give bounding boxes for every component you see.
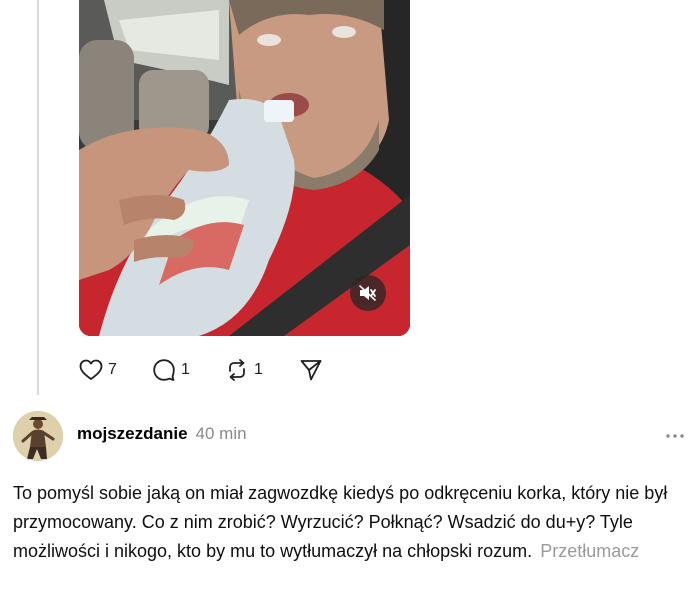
send-paper-plane-icon: [300, 360, 322, 381]
heart-icon: [79, 359, 103, 380]
post-timestamp: 40 min: [195, 424, 247, 443]
post-actions-bar: 7 1 1: [79, 356, 329, 384]
comment-bubble-icon: [153, 359, 175, 381]
post-header: mojszezdanie 40 min: [77, 424, 247, 448]
mute-toggle-button[interactable]: [350, 275, 386, 311]
repost-count: 1: [254, 361, 263, 378]
username-link[interactable]: mojszezdanie: [77, 424, 188, 444]
repost-button[interactable]: 1: [225, 356, 299, 384]
reply-count: 1: [181, 361, 190, 378]
like-count: 7: [108, 361, 117, 378]
video-thumbnail[interactable]: [79, 0, 410, 336]
thread-connector-line: [37, 0, 39, 395]
reply-button[interactable]: 1: [152, 356, 225, 384]
share-button[interactable]: [299, 356, 329, 384]
user-avatar: [13, 411, 63, 461]
post-body: To pomyśl sobie jaką on miał zagwozdkę k…: [13, 479, 688, 566]
more-options-button[interactable]: [664, 426, 686, 446]
avatar[interactable]: [13, 411, 63, 461]
speaker-muted-icon: [359, 285, 376, 301]
more-horizontal-icon: [666, 434, 684, 438]
repost-arrows-icon: [229, 359, 245, 381]
translate-link[interactable]: Przetłumacz: [540, 541, 639, 561]
like-button[interactable]: 7: [79, 356, 152, 384]
